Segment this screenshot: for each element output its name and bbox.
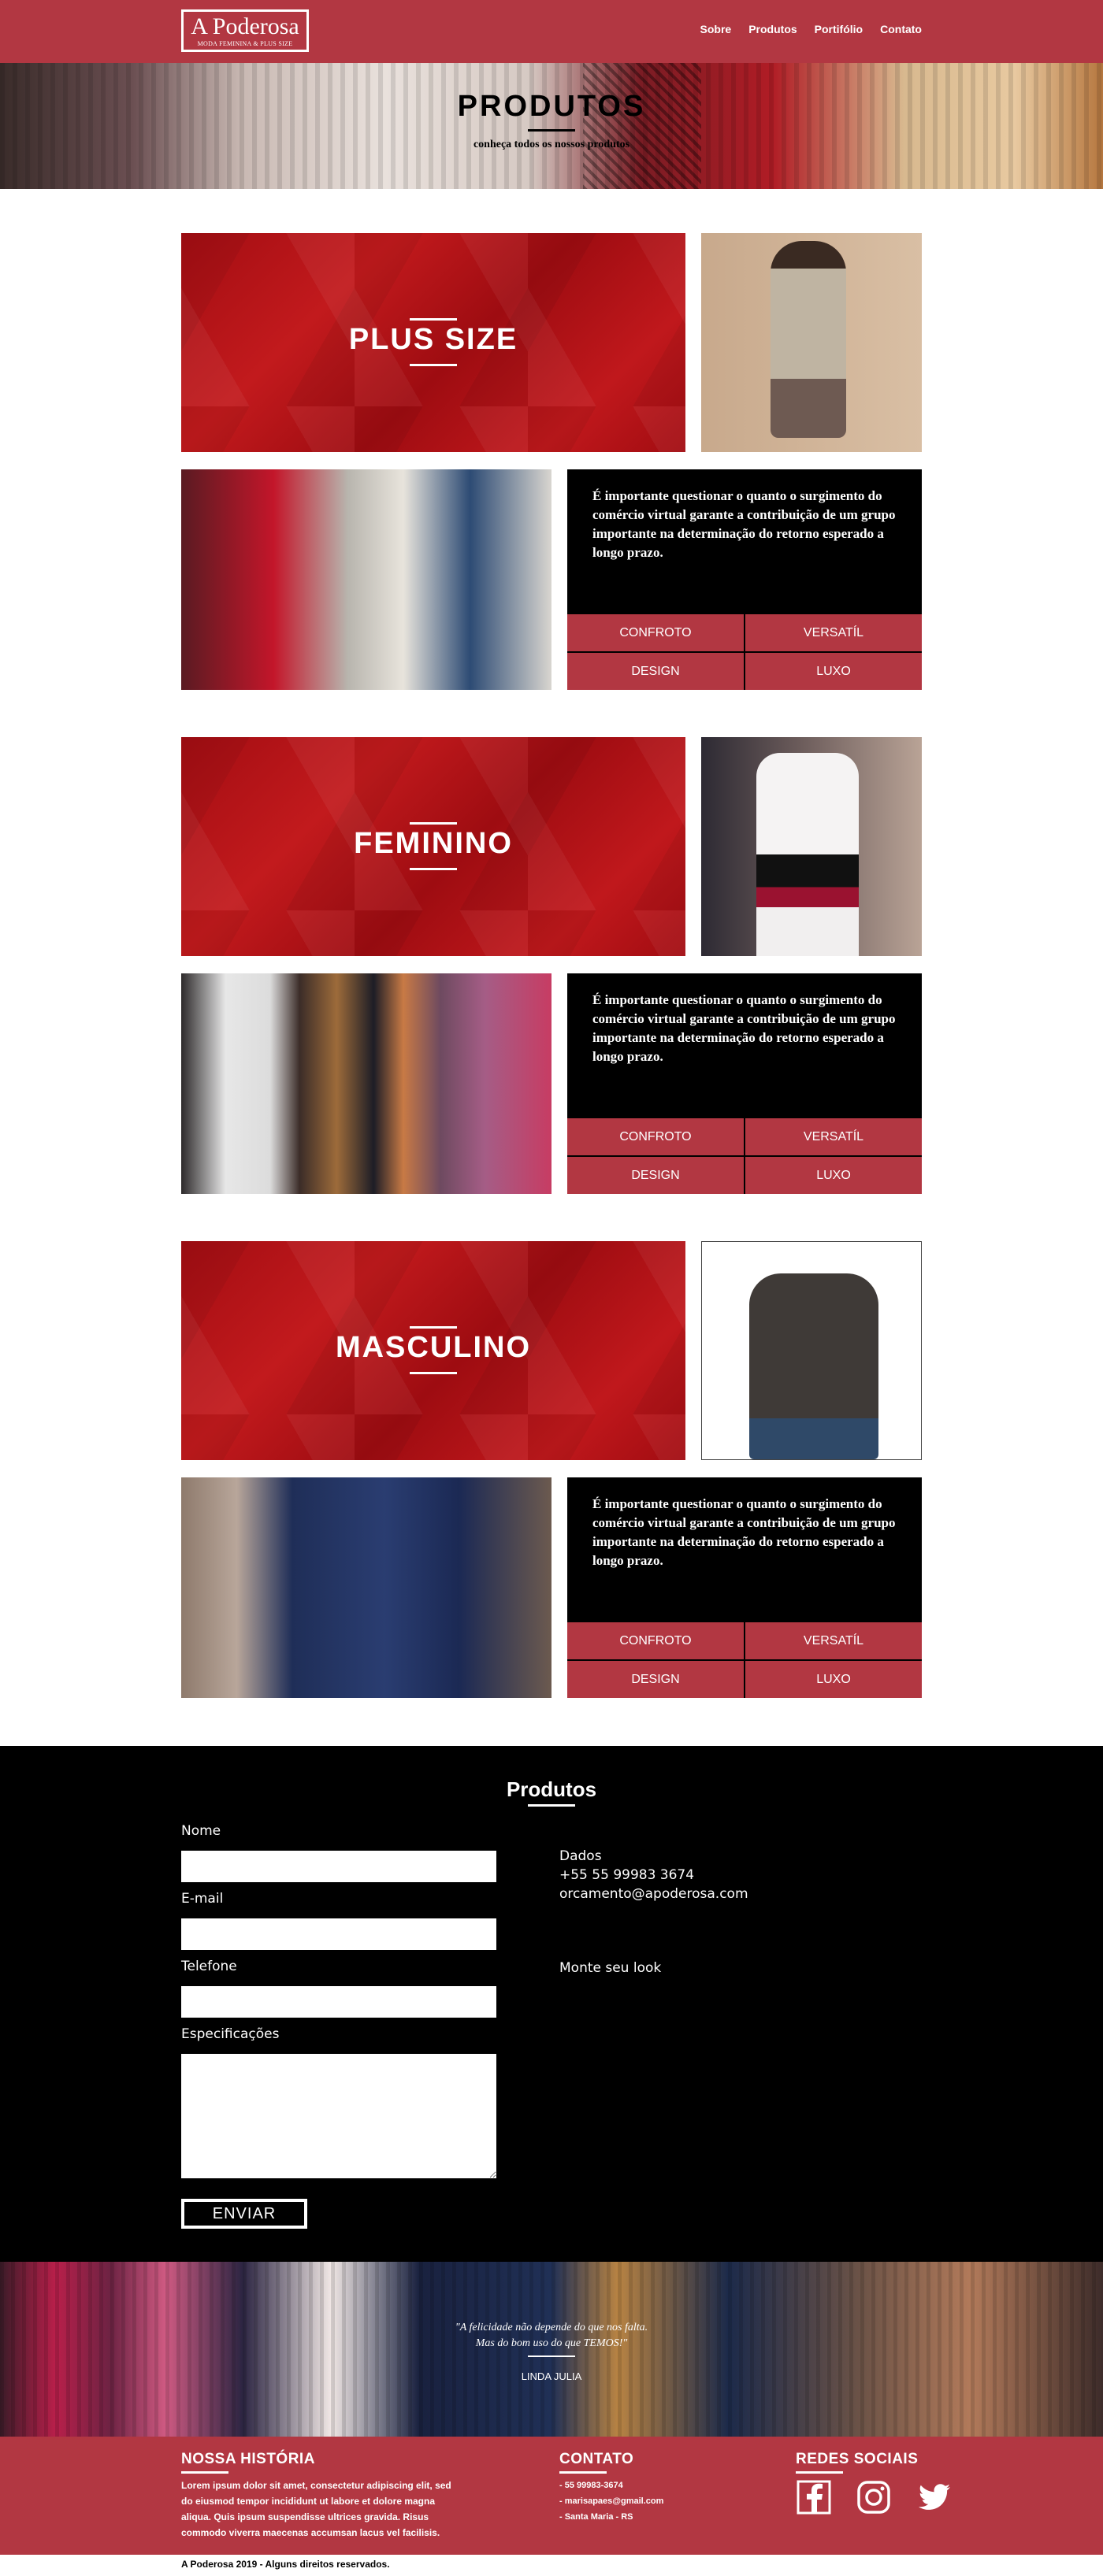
twitter-icon[interactable] <box>915 2479 952 2515</box>
contact-footer-title: CONTATO <box>559 2451 634 2467</box>
feature-tag[interactable]: LUXO <box>745 1157 922 1194</box>
category-info-box: É importante questionar o quanto o surgi… <box>567 1477 922 1698</box>
dados-title: Dados <box>559 1848 602 1864</box>
category-banner[interactable]: FEMININO <box>181 737 685 956</box>
specs-textarea[interactable] <box>181 2054 496 2178</box>
instagram-icon[interactable] <box>856 2479 892 2515</box>
nav-link-sobre[interactable]: Sobre <box>700 23 732 35</box>
feature-tag[interactable]: DESIGN <box>567 1157 744 1194</box>
product-photo-mannequins[interactable] <box>181 973 552 1194</box>
social-title: REDES SOCIAIS <box>796 2451 919 2467</box>
category-title: FEMININO <box>354 827 513 860</box>
contact-section: Produtos Nome E-mail Telefone Especifica… <box>0 1746 1103 2262</box>
feature-tag[interactable]: DESIGN <box>567 653 744 690</box>
category-info-box: É importante questionar o quanto o surgi… <box>567 469 922 690</box>
feature-tags: CONFROTO VERSATÍL DESIGN LUXO <box>567 1118 922 1194</box>
feature-tag[interactable]: VERSATÍL <box>745 614 922 651</box>
social-divider <box>796 2471 843 2474</box>
category-masculino: MASCULINO É importante questionar o quan… <box>181 1241 922 1699</box>
nav-link-produtos[interactable]: Produtos <box>748 23 797 35</box>
product-photo-denim-jacket[interactable] <box>181 1477 552 1698</box>
specs-label: Especificações <box>181 2026 280 2042</box>
history-divider <box>181 2471 228 2474</box>
quote-line-1: "A felicidade não depende do que nos fal… <box>455 2322 648 2333</box>
quote-banner: "A felicidade não depende do que nos fal… <box>0 2262 1103 2437</box>
banner-divider-top <box>410 318 457 321</box>
send-button[interactable]: ENVIAR <box>181 2199 307 2229</box>
name-label: Nome <box>181 1823 221 1839</box>
nav-link-contato[interactable]: Contato <box>880 23 922 35</box>
main-nav: Sobre Produtos Portifólio Contato <box>700 23 922 35</box>
top-navigation-bar: A Poderosa MODA FEMININA & PLUS SIZE Sob… <box>0 0 1103 63</box>
category-description: É importante questionar o quanto o surgi… <box>592 992 896 1064</box>
contact-email[interactable]: orcamento@apoderosa.com <box>559 1885 748 1903</box>
category-title: PLUS SIZE <box>348 323 518 356</box>
page-title: PRODUTOS <box>457 90 646 123</box>
nav-link-portifolio[interactable]: Portifólio <box>815 23 863 35</box>
email-field[interactable] <box>181 1918 496 1950</box>
category-title: MASCULINO <box>335 1331 532 1364</box>
title-divider <box>528 129 575 132</box>
banner-divider-top <box>410 822 457 825</box>
product-photo-jacket[interactable] <box>701 1241 922 1460</box>
phone-label: Telefone <box>181 1959 237 1974</box>
history-title: NOSSA HISTÓRIA <box>181 2451 315 2467</box>
banner-divider-top <box>410 1326 457 1329</box>
feature-tag[interactable]: LUXO <box>745 1661 922 1698</box>
logo[interactable]: A Poderosa MODA FEMININA & PLUS SIZE <box>181 9 309 52</box>
copyright-bar: A Poderosa 2019 - Alguns direitos reserv… <box>0 2555 1103 2576</box>
contact-footer-email[interactable]: - marisapaes@gmail.com <box>559 2493 663 2509</box>
social-links <box>796 2479 952 2515</box>
contact-footer-location: - Santa Maria - RS <box>559 2512 633 2522</box>
hero-banner: PRODUTOS conheça todos os nossos produto… <box>0 63 1103 189</box>
quote-author: LINDA JULIA <box>521 2370 582 2382</box>
category-description: É importante questionar o quanto o surgi… <box>592 488 896 560</box>
contact-data: Dados +55 55 99983 3674 orcamento@apoder… <box>559 1847 748 1903</box>
category-description: É importante questionar o quanto o surgi… <box>592 1496 896 1568</box>
feature-tag[interactable]: VERSATÍL <box>745 1118 922 1155</box>
feature-tag[interactable]: CONFROTO <box>567 614 744 651</box>
contact-divider <box>528 1804 575 1807</box>
category-info-box: É importante questionar o quanto o surgi… <box>567 973 922 1194</box>
contact-footer-list: - 55 99983-3674 - marisapaes@gmail.com -… <box>559 2478 663 2525</box>
category-banner[interactable]: MASCULINO <box>181 1241 685 1460</box>
name-field[interactable] <box>181 1851 496 1882</box>
category-banner[interactable]: PLUS SIZE <box>181 233 685 452</box>
phone-field[interactable] <box>181 1986 496 2018</box>
quote-line-2: Mas do bom uso do que TEMOS!" <box>475 2337 628 2349</box>
banner-divider-bottom <box>410 1372 457 1374</box>
product-photo-knitwear[interactable] <box>181 469 552 690</box>
banner-divider-bottom <box>410 868 457 870</box>
page-subtitle: conheça todos os nossos produtos <box>473 139 630 150</box>
product-photo-dress[interactable] <box>701 233 922 452</box>
contact-footer-phone: - 55 99983-3674 <box>559 2481 623 2490</box>
feature-tag[interactable]: CONFROTO <box>567 1622 744 1659</box>
feature-tags: CONFROTO VERSATÍL DESIGN LUXO <box>567 614 922 690</box>
product-photo-blouse[interactable] <box>701 737 922 956</box>
feature-tag[interactable]: VERSATÍL <box>745 1622 922 1659</box>
feature-tag[interactable]: LUXO <box>745 653 922 690</box>
look-title: Monte seu look <box>559 1960 662 1976</box>
category-feminino: FEMININO É importante questionar o quant… <box>181 737 922 1195</box>
category-plus-size: PLUS SIZE É importante questionar o quan… <box>181 233 922 691</box>
contact-phone: +55 55 99983 3674 <box>559 1867 695 1883</box>
quote-divider <box>528 2355 575 2357</box>
feature-tag[interactable]: DESIGN <box>567 1661 744 1698</box>
logo-subtitle: MODA FEMININA & PLUS SIZE <box>197 40 293 47</box>
contact-footer-divider <box>559 2471 607 2474</box>
logo-title: A Poderosa <box>191 13 299 39</box>
quote-text: "A felicidade não depende do que nos fal… <box>394 2320 709 2352</box>
feature-tag[interactable]: CONFROTO <box>567 1118 744 1155</box>
feature-tags: CONFROTO VERSATÍL DESIGN LUXO <box>567 1622 922 1698</box>
contact-title: Produtos <box>506 1777 597 1801</box>
copyright-text: A Poderosa 2019 - Alguns direitos reserv… <box>181 2559 390 2570</box>
banner-divider-bottom <box>410 364 457 366</box>
email-label: E-mail <box>181 1891 224 1907</box>
footer: NOSSA HISTÓRIA Lorem ipsum dolor sit ame… <box>0 2437 1103 2555</box>
history-text: Lorem ipsum dolor sit amet, consectetur … <box>181 2480 451 2538</box>
facebook-icon[interactable] <box>796 2479 832 2515</box>
